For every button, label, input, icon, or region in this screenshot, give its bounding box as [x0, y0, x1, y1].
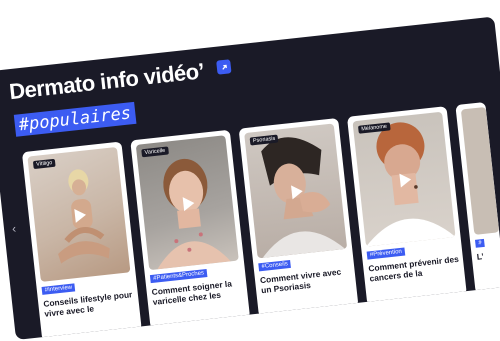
external-link-button[interactable]	[216, 59, 232, 75]
video-panel: Dermato info vidéo’ #populaires ‹ Vitili…	[0, 16, 500, 340]
category-tag[interactable]: #Conseils	[258, 259, 292, 272]
video-thumbnail[interactable]	[460, 106, 500, 235]
video-title[interactable]: Comment vivre avec un Psoriasis	[260, 265, 354, 296]
section-title: Dermato info vidéo’	[7, 58, 206, 105]
play-icon[interactable]	[291, 184, 304, 200]
video-section: Dermato info vidéo’ #populaires ‹ Vitili…	[0, 0, 500, 340]
video-title[interactable]: Comment prévenir des cancers de la	[368, 254, 462, 284]
category-tag[interactable]: #Interview	[41, 283, 76, 295]
play-icon[interactable]	[399, 172, 412, 188]
video-title[interactable]: Conseils lifestyle pour vivre avec le	[43, 289, 137, 319]
play-icon[interactable]	[182, 195, 196, 212]
category-tag[interactable]: #	[474, 238, 486, 248]
hashtag-populaires: #populaires	[13, 101, 137, 137]
play-icon[interactable]	[74, 207, 87, 223]
video-card[interactable]: Psoriasis #Conseils Comment vivre avec u…	[238, 117, 359, 318]
video-card[interactable]: Vitiligo #Interview Conseils lifestyle p…	[21, 141, 142, 340]
video-card[interactable]: Varicelle #Patients&Proches Comment soig…	[130, 129, 251, 330]
video-card[interactable]: Mélanome #Prévention Comment prévenir de…	[346, 106, 467, 306]
video-thumbnail[interactable]: Vitiligo	[27, 146, 131, 282]
video-thumbnail[interactable]: Varicelle	[135, 135, 239, 271]
chevron-left-icon[interactable]: ‹	[11, 221, 16, 235]
external-link-icon	[221, 64, 227, 70]
video-title[interactable]: Comment soigner la varicelle chez les	[151, 277, 245, 307]
category-tag[interactable]: #Prévention	[366, 247, 406, 260]
video-thumbnail[interactable]: Psoriasis	[244, 123, 348, 259]
video-thumbnail[interactable]: Mélanome	[352, 111, 456, 247]
